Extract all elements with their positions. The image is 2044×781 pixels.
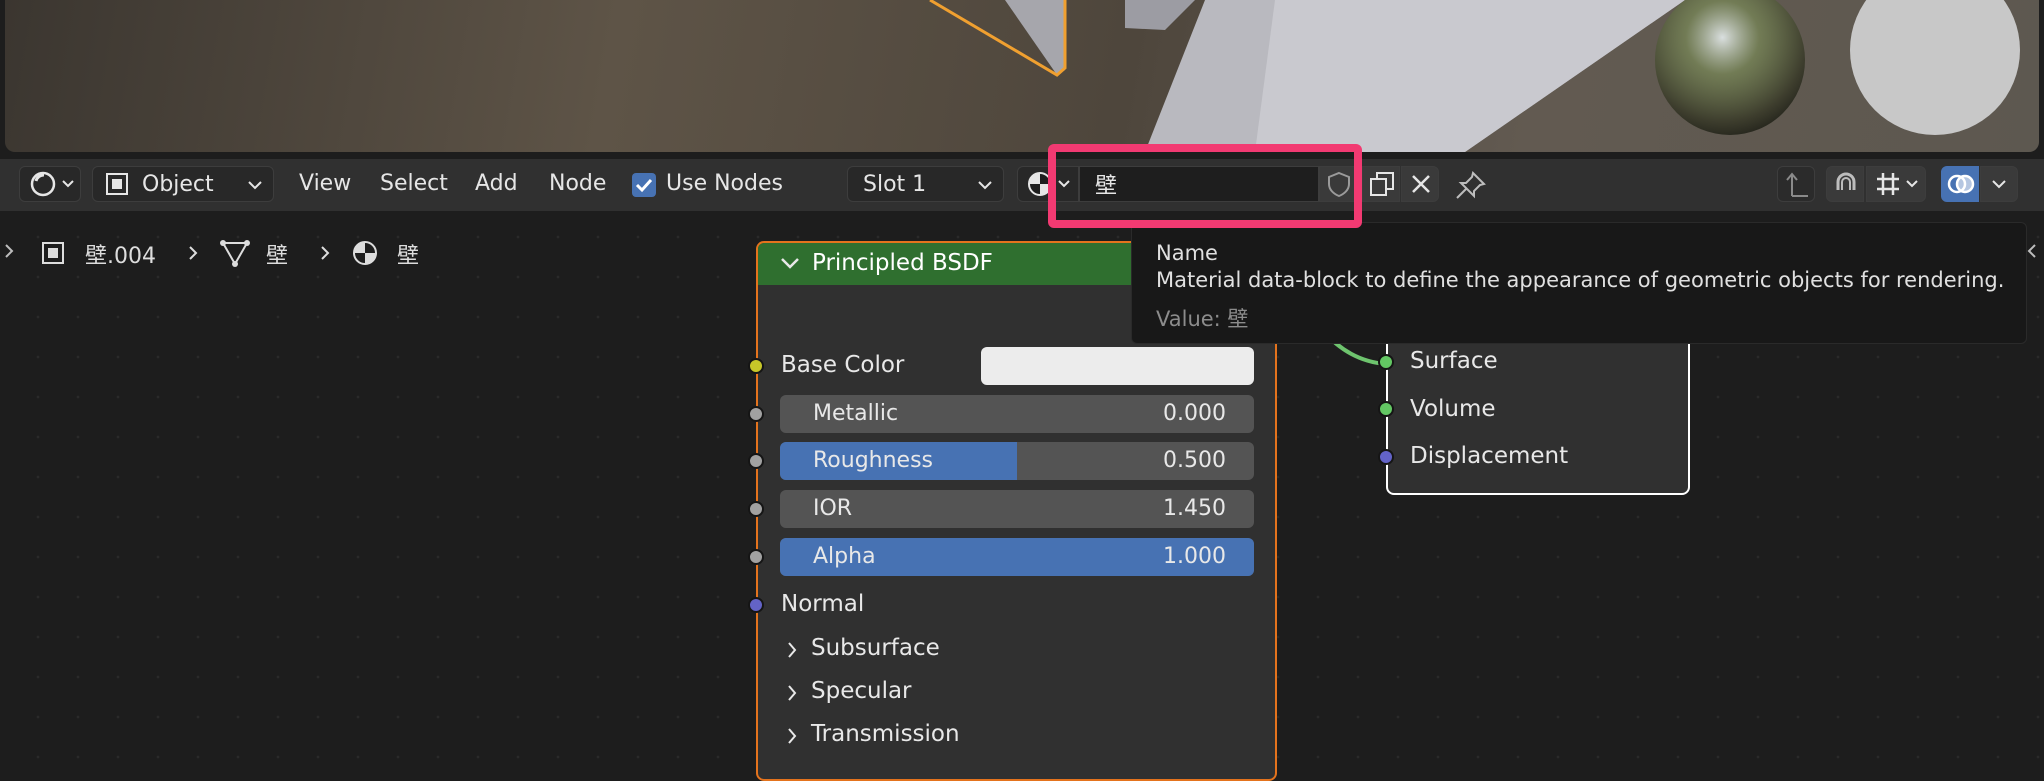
duplicate-icon (1370, 172, 1394, 196)
breadcrumb-mesh: 壁 (266, 244, 289, 269)
3d-viewport[interactable] (5, 0, 2039, 152)
base-color-swatch[interactable] (981, 347, 1254, 385)
surface-socket[interactable] (1378, 354, 1394, 370)
chevron-right-icon (788, 728, 797, 744)
pin-icon (1456, 171, 1486, 199)
panel-specular-label: Specular (811, 678, 912, 704)
chevron-down-icon (978, 181, 992, 190)
alpha-field[interactable]: Alpha 1.000 (780, 538, 1254, 576)
node-title: Principled BSDF (812, 250, 993, 276)
node-editor-header: Object View Select Add Node Use Nodes Sl… (0, 159, 2044, 211)
new-material-button[interactable] (1362, 166, 1400, 202)
collapse-chevron-icon[interactable] (780, 257, 800, 271)
slot-dropdown[interactable]: Slot 1 (847, 166, 1004, 202)
ior-value: 1.450 (1163, 496, 1226, 521)
lookdev-sphere (1850, 0, 2020, 135)
material-icon (353, 241, 377, 265)
chevron-right-icon (321, 246, 330, 260)
base-color-socket[interactable] (748, 358, 764, 374)
displacement-label: Displacement (1410, 443, 1569, 469)
parent-node-tree-button[interactable] (1777, 166, 1815, 202)
checkmark-icon (635, 178, 653, 193)
normal-socket[interactable] (748, 597, 764, 613)
metallic-socket[interactable] (748, 406, 764, 422)
alpha-label: Alpha (813, 544, 876, 569)
shader-type-dropdown[interactable]: Object (92, 166, 274, 202)
panel-transmission-label: Transmission (811, 721, 960, 747)
ior-label: IOR (813, 496, 853, 521)
metallic-value: 0.000 (1163, 401, 1226, 426)
highlight-box (1048, 144, 1362, 228)
use-nodes-checkbox[interactable] (632, 173, 656, 197)
overlay-icon (1947, 174, 1975, 194)
object-icon (42, 242, 64, 264)
use-nodes-label: Use Nodes (666, 171, 783, 196)
chevron-down-icon (248, 181, 262, 190)
chevron-right-icon (189, 246, 198, 260)
surface-label: Surface (1410, 348, 1498, 374)
chevron-down-icon (62, 180, 74, 188)
alpha-value: 1.000 (1163, 544, 1226, 569)
menu-select[interactable]: Select (380, 166, 448, 202)
metallic-field[interactable]: Metallic 0.000 (780, 395, 1254, 433)
mode-label: Object (142, 171, 214, 197)
snap-target-dropdown[interactable] (1866, 166, 1926, 202)
mesh-icon (220, 240, 250, 267)
slot-label: Slot 1 (863, 171, 927, 197)
roughness-field[interactable]: Roughness 0.500 (780, 442, 1254, 480)
chevron-down-icon (1906, 180, 1918, 188)
menu-view[interactable]: View (299, 166, 351, 202)
normal-label: Normal (781, 591, 865, 617)
volume-socket[interactable] (1378, 401, 1394, 417)
overlays-dropdown[interactable] (1980, 166, 2018, 202)
ior-field[interactable]: IOR 1.450 (780, 490, 1254, 528)
menu-node[interactable]: Node (549, 166, 606, 202)
chevron-right-icon (788, 685, 797, 701)
pin-button[interactable] (1453, 170, 1487, 202)
menu-add[interactable]: Add (475, 166, 518, 202)
overlays-toggle[interactable] (1941, 166, 1979, 202)
editor-type-button[interactable] (19, 166, 81, 202)
roughness-socket[interactable] (748, 453, 764, 469)
snap-grid-icon (1877, 173, 1899, 195)
panel-subsurface-label: Subsurface (811, 635, 940, 661)
displacement-socket[interactable] (1378, 449, 1394, 465)
snap-toggle[interactable] (1826, 166, 1864, 202)
tooltip-title: Name (1156, 241, 1218, 265)
object-icon (106, 173, 128, 195)
metallic-label: Metallic (813, 401, 899, 426)
toolbar-expand-icon[interactable] (3, 242, 15, 260)
tooltip-value: Value: 壁 (1156, 307, 1249, 331)
volume-label: Volume (1410, 396, 1496, 422)
breadcrumb-material: 壁 (397, 244, 420, 269)
roughness-value: 0.500 (1163, 448, 1226, 473)
unlink-material-button[interactable] (1401, 166, 1439, 202)
chevron-down-icon (1992, 180, 2006, 189)
sidebar-expand-icon[interactable] (2026, 242, 2038, 260)
chevron-right-icon (788, 642, 797, 658)
tooltip: Name Material data-block to define the a… (1131, 222, 2027, 344)
base-color-label: Base Color (781, 352, 905, 378)
viewport-scene (929, 0, 2020, 152)
ior-socket[interactable] (748, 501, 764, 517)
alpha-socket[interactable] (748, 549, 764, 565)
breadcrumb-object: 壁.004 (85, 244, 156, 269)
close-icon (1412, 175, 1430, 193)
magnet-icon (1836, 172, 1856, 190)
shader-editor-icon (30, 171, 56, 197)
tooltip-description: Material data-block to define the appear… (1156, 268, 2005, 292)
arrow-up-icon (1786, 172, 1808, 197)
roughness-label: Roughness (813, 448, 934, 473)
